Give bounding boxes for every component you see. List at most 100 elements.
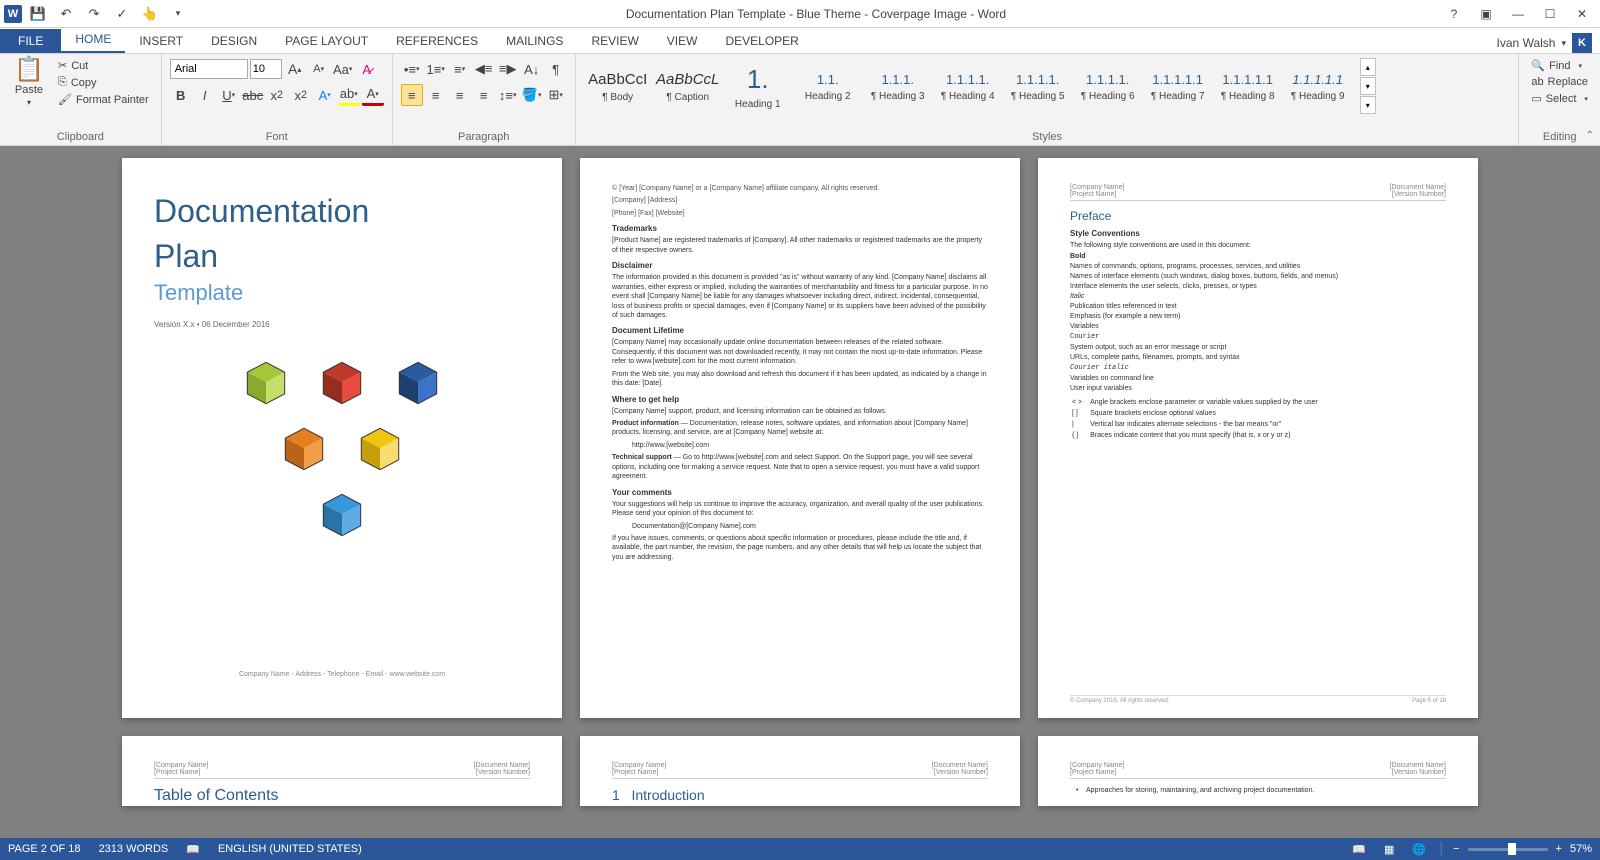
page-intro: [Company Name][Project Name] [Document N… bbox=[580, 736, 1020, 806]
touch-mode-icon[interactable]: 👆 bbox=[138, 2, 162, 26]
tab-review[interactable]: REVIEW bbox=[577, 29, 652, 53]
styles-down-icon[interactable]: ▾ bbox=[1360, 77, 1376, 95]
show-marks-icon[interactable]: ¶ bbox=[545, 58, 567, 80]
bold-icon[interactable]: B bbox=[170, 84, 192, 106]
borders-icon[interactable]: ⊞▾ bbox=[545, 84, 567, 106]
find-button[interactable]: 🔍Find▾ bbox=[1527, 58, 1592, 73]
styles-up-icon[interactable]: ▴ bbox=[1360, 58, 1376, 76]
minimize-icon[interactable]: — bbox=[1506, 4, 1530, 24]
bullets-icon[interactable]: •≡▾ bbox=[401, 58, 423, 80]
grow-font-icon[interactable]: A▴ bbox=[284, 58, 306, 80]
justify-icon[interactable]: ≡ bbox=[473, 84, 495, 106]
document-area[interactable]: Documentation Plan Template Version X.x … bbox=[0, 146, 1600, 838]
text-effects-icon[interactable]: A▾ bbox=[314, 84, 336, 106]
copy-button[interactable]: ⎘Copy bbox=[54, 75, 153, 90]
status-page[interactable]: PAGE 2 OF 18 bbox=[8, 843, 81, 855]
style-item[interactable]: 1.1.1.1.¶ Heading 4 bbox=[934, 58, 1002, 116]
style-item[interactable]: 1.Heading 1 bbox=[724, 58, 792, 116]
strikethrough-icon[interactable]: abc bbox=[242, 84, 264, 106]
paste-icon: 📋 bbox=[14, 58, 44, 82]
tab-home[interactable]: HOME bbox=[61, 27, 125, 53]
user-avatar[interactable]: K bbox=[1572, 33, 1592, 53]
zoom-level[interactable]: 57% bbox=[1570, 843, 1592, 855]
align-left-icon[interactable]: ≡ bbox=[401, 84, 423, 106]
style-item[interactable]: 1.1.1.¶ Heading 3 bbox=[864, 58, 932, 116]
clear-formatting-icon[interactable]: A̷ bbox=[356, 58, 378, 80]
styles-gallery[interactable]: AaBbCcI¶ BodyAaBbCcL¶ Caption1.Heading 1… bbox=[584, 58, 1352, 116]
style-item[interactable]: AaBbCcL¶ Caption bbox=[654, 58, 722, 116]
shading-icon[interactable]: 🪣▾ bbox=[521, 84, 543, 106]
close-icon[interactable]: ✕ bbox=[1570, 4, 1594, 24]
collapse-ribbon-icon[interactable]: ⌃ bbox=[1586, 130, 1594, 141]
spellcheck-icon[interactable]: ✓ bbox=[110, 2, 134, 26]
align-right-icon[interactable]: ≡ bbox=[449, 84, 471, 106]
tab-page-layout[interactable]: PAGE LAYOUT bbox=[271, 29, 382, 53]
paste-button[interactable]: 📋 Paste ▾ bbox=[8, 58, 50, 107]
save-icon[interactable]: 💾 bbox=[26, 2, 50, 26]
tab-mailings[interactable]: MAILINGS bbox=[492, 29, 577, 53]
zoom-slider[interactable] bbox=[1468, 848, 1548, 851]
font-size-input[interactable] bbox=[250, 59, 282, 79]
select-button[interactable]: ▭Select▾ bbox=[1527, 91, 1592, 106]
cut-button[interactable]: ✂Cut bbox=[54, 58, 153, 73]
read-mode-icon[interactable]: 📖 bbox=[1348, 841, 1370, 857]
find-icon: 🔍 bbox=[1531, 59, 1545, 72]
change-case-icon[interactable]: Aa▾ bbox=[332, 58, 354, 80]
tab-developer[interactable]: DEVELOPER bbox=[711, 29, 812, 53]
redo-icon[interactable]: ↷ bbox=[82, 2, 106, 26]
style-item[interactable]: 1.1.Heading 2 bbox=[794, 58, 862, 116]
numbering-icon[interactable]: 1≡▾ bbox=[425, 58, 447, 80]
superscript-icon[interactable]: x2 bbox=[290, 84, 312, 106]
style-item[interactable]: 1.1.1.1.1¶ Heading 7 bbox=[1144, 58, 1212, 116]
underline-icon[interactable]: U▾ bbox=[218, 84, 240, 106]
file-tab[interactable]: FILE bbox=[0, 29, 61, 53]
status-language[interactable]: ENGLISH (UNITED STATES) bbox=[218, 843, 362, 855]
line-spacing-icon[interactable]: ↕≡▾ bbox=[497, 84, 519, 106]
style-item[interactable]: 1.1.1.1.1¶ Heading 9 bbox=[1284, 58, 1352, 116]
select-icon: ▭ bbox=[1531, 92, 1541, 105]
highlight-icon[interactable]: ab▾ bbox=[338, 84, 360, 106]
word-app-icon: W bbox=[4, 5, 22, 23]
maximize-icon[interactable]: ☐ bbox=[1538, 4, 1562, 24]
replace-button[interactable]: abReplace bbox=[1527, 75, 1592, 89]
cube-icon bbox=[394, 359, 442, 407]
format-painter-button[interactable]: 🖌Format Painter bbox=[54, 92, 153, 107]
undo-icon[interactable]: ↶ bbox=[54, 2, 78, 26]
ribbon-options-icon[interactable]: ▣ bbox=[1474, 4, 1498, 24]
group-paragraph: •≡▾ 1≡▾ ≡▾ ◀≡ ≡▶ A↓ ¶ ≡ ≡ ≡ ≡ ↕≡▾ 🪣▾ ⊞▾ … bbox=[393, 54, 576, 145]
web-layout-icon[interactable]: 🌐 bbox=[1408, 841, 1430, 857]
page-cover: Documentation Plan Template Version X.x … bbox=[122, 158, 562, 718]
shrink-font-icon[interactable]: A▾ bbox=[308, 58, 330, 80]
cube-icon bbox=[318, 491, 366, 539]
tab-insert[interactable]: INSERT bbox=[125, 29, 197, 53]
style-item[interactable]: 1.1.1.1.1¶ Heading 8 bbox=[1214, 58, 1282, 116]
styles-more-icon[interactable]: ▾ bbox=[1360, 96, 1376, 114]
style-item[interactable]: 1.1.1.1.¶ Heading 6 bbox=[1074, 58, 1142, 116]
sort-icon[interactable]: A↓ bbox=[521, 58, 543, 80]
align-center-icon[interactable]: ≡ bbox=[425, 84, 447, 106]
multilevel-list-icon[interactable]: ≡▾ bbox=[449, 58, 471, 80]
qat-more-icon[interactable]: ▾ bbox=[166, 2, 190, 26]
italic-icon[interactable]: I bbox=[194, 84, 216, 106]
cover-subtitle: Template bbox=[154, 280, 530, 306]
font-name-input[interactable] bbox=[170, 59, 248, 79]
tab-references[interactable]: REFERENCES bbox=[382, 29, 492, 53]
help-icon[interactable]: ? bbox=[1442, 4, 1466, 24]
tab-design[interactable]: DESIGN bbox=[197, 29, 271, 53]
zoom-out-icon[interactable]: − bbox=[1453, 843, 1459, 855]
font-color-icon[interactable]: A▾ bbox=[362, 84, 384, 106]
style-item[interactable]: AaBbCcI¶ Body bbox=[584, 58, 652, 116]
zoom-in-icon[interactable]: + bbox=[1556, 843, 1562, 855]
status-words[interactable]: 2313 WORDS bbox=[99, 843, 169, 855]
group-font: A▴ A▾ Aa▾ A̷ B I U▾ abc x2 x2 A▾ ab▾ A▾ … bbox=[162, 54, 393, 145]
user-name[interactable]: Ivan Walsh bbox=[1497, 36, 1556, 50]
subscript-icon[interactable]: x2 bbox=[266, 84, 288, 106]
print-layout-icon[interactable]: ▦ bbox=[1378, 841, 1400, 857]
cube-icon bbox=[356, 425, 404, 473]
status-proofing-icon[interactable]: 📖 bbox=[186, 843, 200, 856]
tab-view[interactable]: VIEW bbox=[653, 29, 712, 53]
window-title: Documentation Plan Template - Blue Theme… bbox=[190, 7, 1442, 21]
style-item[interactable]: 1.1.1.1.¶ Heading 5 bbox=[1004, 58, 1072, 116]
decrease-indent-icon[interactable]: ◀≡ bbox=[473, 58, 495, 80]
increase-indent-icon[interactable]: ≡▶ bbox=[497, 58, 519, 80]
